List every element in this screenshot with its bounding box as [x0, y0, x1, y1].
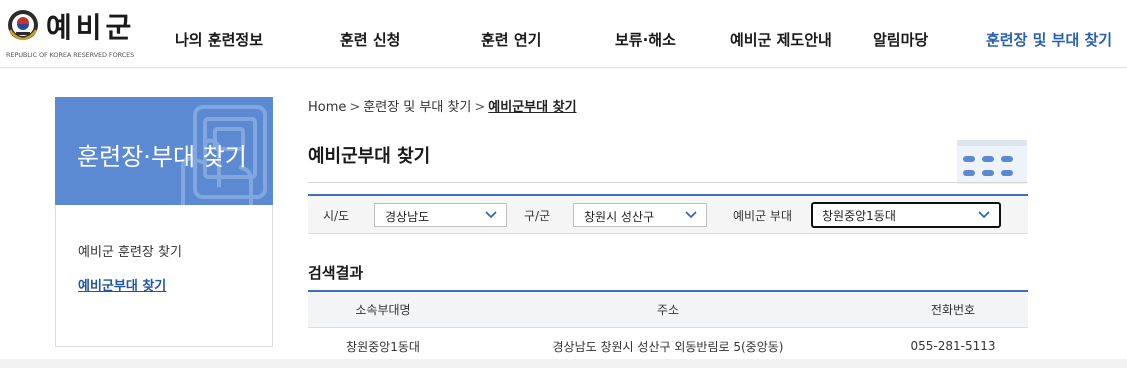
- column-header-phone: 전화번호: [878, 291, 1028, 328]
- breadcrumb-separator: >: [474, 100, 486, 115]
- breadcrumb-parent[interactable]: 훈련장 및 부대 찾기: [363, 100, 471, 115]
- site-header: 예비군 REPUBLIC OF KOREA RESERVED FORCES 나의…: [0, 0, 1127, 68]
- unit-selected-value: 창원중앙1동대: [822, 209, 896, 223]
- search-filter-bar: 시/도 경상남도 구/군 창원시 성산구 예비군 부대 창원중앙1동대: [308, 194, 1028, 234]
- unit-select[interactable]: 창원중앙1동대: [811, 202, 1001, 228]
- chevron-down-icon: [685, 211, 697, 219]
- breadcrumb-separator: >: [349, 100, 361, 115]
- page-title: 예비군부대 찾기: [308, 146, 431, 167]
- nav-my-training-info[interactable]: 나의 훈련정보: [175, 29, 263, 50]
- reserve-forces-emblem-icon: [8, 10, 38, 41]
- gugun-selected-value: 창원시 성산구: [584, 210, 655, 224]
- site-logo[interactable]: 예비군 REPUBLIC OF KOREA RESERVED FORCES: [6, 8, 156, 60]
- sidebar-item-reserve-unit[interactable]: 예비군부대 찾기: [78, 275, 166, 294]
- nav-system-guide[interactable]: 예비군 제도안내: [730, 29, 832, 50]
- sidebar-item-training-site[interactable]: 예비군 훈련장 찾기: [78, 241, 182, 260]
- search-results-table: 소속부대명 주소 전화번호 창원중앙1동대 경상남도 창원시 성산구 외동반림로…: [308, 290, 1028, 366]
- search-results-title: 검색결과: [308, 264, 364, 282]
- sidebar-hero: 훈련장·부대 찾기: [55, 97, 273, 205]
- sido-label: 시/도: [323, 209, 350, 223]
- unit-label: 예비군 부대: [733, 209, 793, 223]
- column-header-unit-name: 소속부대명: [308, 291, 458, 328]
- table-header-row: 소속부대명 주소 전화번호: [308, 291, 1028, 328]
- nav-notice-board[interactable]: 알림마당: [873, 29, 928, 50]
- gugun-select[interactable]: 창원시 성산구: [573, 203, 707, 227]
- chevron-down-icon: [978, 211, 990, 219]
- nav-training-postpone[interactable]: 훈련 연기: [481, 29, 541, 50]
- column-header-address: 주소: [458, 291, 878, 328]
- title-divider: [308, 182, 1028, 183]
- logo-subtitle: REPUBLIC OF KOREA RESERVED FORCES: [6, 51, 135, 59]
- sido-select[interactable]: 경상남도: [374, 203, 507, 227]
- logo-title: 예비군: [46, 11, 136, 44]
- gugun-label: 구/군: [524, 209, 551, 223]
- nav-find-training-site-unit[interactable]: 훈련장 및 부대 찾기: [986, 29, 1112, 50]
- breadcrumb-current[interactable]: 예비군부대 찾기: [488, 100, 576, 115]
- dots-grid-decoration-icon: [957, 140, 1027, 184]
- sidebar-hero-title: 훈련장·부대 찾기: [77, 143, 247, 171]
- sido-selected-value: 경상남도: [385, 210, 430, 224]
- breadcrumb: Home > 훈련장 및 부대 찾기 > 예비군부대 찾기: [308, 96, 577, 115]
- sidebar-menu: 예비군 훈련장 찾기 예비군부대 찾기: [55, 205, 273, 347]
- nav-training-apply[interactable]: 훈련 신청: [340, 29, 400, 50]
- page-bottom-strip: [0, 359, 1127, 368]
- chevron-down-icon: [485, 211, 497, 219]
- nav-hold-release[interactable]: 보류·해소: [615, 29, 676, 50]
- breadcrumb-home[interactable]: Home: [308, 100, 346, 115]
